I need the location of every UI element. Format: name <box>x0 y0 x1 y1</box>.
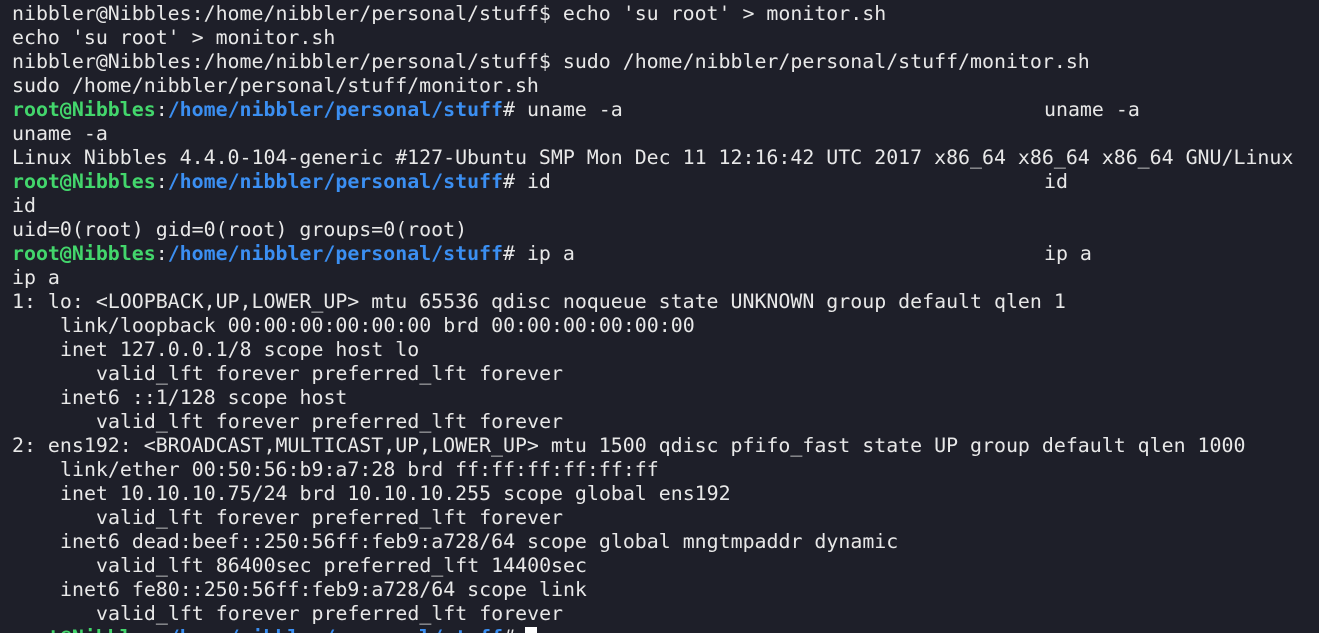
prompt-path: /home/nibbler/personal/stuff <box>167 98 503 121</box>
prompt-colon: : <box>156 626 168 633</box>
prompt-path: /home/nibbler/personal/stuff <box>168 626 503 633</box>
prompt-hash: # <box>503 242 515 265</box>
prompt-colon: : <box>155 98 168 121</box>
command-text: uname -a <box>514 98 623 121</box>
command-text: id <box>514 170 551 193</box>
terminal-line: inet 127.0.0.1/8 scope host lo <box>60 338 420 361</box>
active-prompt-line[interactable]: root@Nibbles:/home/nibbler/personal/stuf… <box>12 626 1319 633</box>
prompt-hash: # <box>503 170 515 193</box>
terminal-line: valid_lft forever preferred_lft forever <box>96 410 564 433</box>
cursor[interactable] <box>524 627 537 633</box>
prompt-path: /home/nibbler/personal/stuff <box>167 170 503 193</box>
terminal-line: inet6 ::1/128 scope host <box>60 386 348 409</box>
terminal-line: Linux Nibbles 4.4.0-104-generic #127-Ubu… <box>12 146 1294 169</box>
terminal-line: nibbler@Nibbles:/home/nibbler/personal/s… <box>12 50 1090 73</box>
terminal-line: uname -a <box>12 122 108 145</box>
prompt-user-host: root@Nibbles <box>12 626 156 633</box>
terminal-line: valid_lft forever preferred_lft forever <box>96 362 564 385</box>
command-echo: id <box>1044 170 1068 193</box>
terminal-line: uid=0(root) gid=0(root) groups=0(root) <box>12 218 468 241</box>
terminal-line: nibbler@Nibbles:/home/nibbler/personal/s… <box>12 2 887 25</box>
prompt-path: /home/nibbler/personal/stuff <box>167 242 503 265</box>
terminal-line: inet6 dead:beef::250:56ff:feb9:a728/64 s… <box>60 530 899 553</box>
terminal-line: inet 10.10.10.75/24 brd 10.10.10.255 sco… <box>60 482 731 505</box>
terminal-line: link/ether 00:50:56:b9:a7:28 brd ff:ff:f… <box>60 458 659 481</box>
command-text: ip a <box>514 242 575 265</box>
terminal-line: sudo /home/nibbler/personal/stuff/monito… <box>12 74 539 97</box>
terminal-line: valid_lft forever preferred_lft forever <box>96 506 564 529</box>
terminal-line: ip a <box>12 266 60 289</box>
root-prompt-line: root@Nibbles:/home/nibbler/personal/stuf… <box>12 170 1319 194</box>
terminal-line: valid_lft 86400sec preferred_lft 14400se… <box>96 554 587 577</box>
command-echo: uname -a <box>1044 98 1140 121</box>
terminal-line: 2: ens192: <BROADCAST,MULTICAST,UP,LOWER… <box>12 434 1246 457</box>
prompt-hash: # <box>503 98 515 121</box>
terminal-line: id <box>12 194 36 217</box>
terminal-line: link/loopback 00:00:00:00:00:00 brd 00:0… <box>60 314 695 337</box>
prompt-colon: : <box>155 242 168 265</box>
root-prompt-line: root@Nibbles:/home/nibbler/personal/stuf… <box>12 98 1319 122</box>
terminal-line: 1: lo: <LOOPBACK,UP,LOWER_UP> mtu 65536 … <box>12 290 1066 313</box>
prompt-hash: # <box>503 626 515 633</box>
terminal-line: echo 'su root' > monitor.sh <box>12 26 336 49</box>
command-echo: ip a <box>1044 242 1092 265</box>
prompt-user-host: root@Nibbles <box>12 98 156 121</box>
terminal-window[interactable]: nibbler@Nibbles:/home/nibbler/personal/s… <box>0 0 1319 633</box>
prompt-user-host: root@Nibbles <box>12 242 156 265</box>
terminal-line: valid_lft forever preferred_lft forever <box>96 602 564 625</box>
prompt-colon: : <box>155 170 168 193</box>
root-prompt-line: root@Nibbles:/home/nibbler/personal/stuf… <box>12 242 1319 266</box>
prompt-user-host: root@Nibbles <box>12 170 156 193</box>
terminal-line: inet6 fe80::250:56ff:feb9:a728/64 scope … <box>60 578 587 601</box>
